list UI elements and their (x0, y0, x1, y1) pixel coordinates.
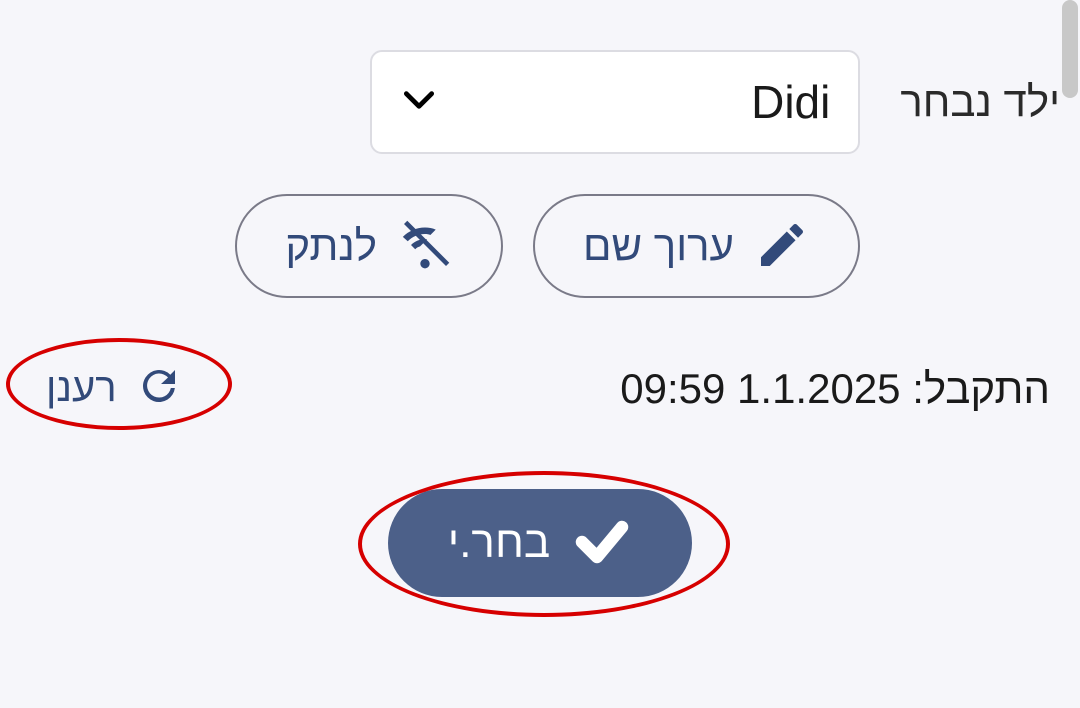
child-selected-label: ילד נבחר (900, 78, 1060, 126)
pencil-icon (754, 217, 810, 276)
wifi-off-icon (397, 217, 453, 276)
actions-row: ערוך שם לנתק (20, 194, 1060, 298)
check-icon (572, 512, 632, 575)
main-panel: ילד נבחר Didi ערוך שם לנתק התקבל: (0, 0, 1080, 617)
status-row: התקבל: 1.1.2025 09:59 רענן (20, 358, 1060, 419)
received-label: התקבל: (912, 365, 1050, 412)
disconnect-button[interactable]: לנתק (235, 194, 503, 298)
refresh-icon (135, 362, 183, 415)
refresh-label: רענן (46, 366, 117, 411)
disconnect-label: לנתק (285, 222, 377, 270)
select-button[interactable]: בחר.י (388, 489, 692, 597)
chevron-down-icon (400, 81, 438, 124)
child-dropdown-value: Didi (751, 75, 830, 129)
received-text: התקבל: 1.1.2025 09:59 (620, 365, 1050, 413)
child-select-row: ילד נבחר Didi (20, 50, 1060, 154)
child-dropdown[interactable]: Didi (370, 50, 860, 154)
select-button-label: בחר.י (448, 518, 550, 568)
edit-name-button[interactable]: ערוך שם (533, 194, 860, 298)
primary-row: בחר.י (20, 489, 1060, 597)
edit-name-label: ערוך שם (583, 222, 734, 270)
primary-wrap: בחר.י (388, 489, 692, 597)
scrollbar[interactable] (1062, 0, 1078, 98)
received-datetime: 1.1.2025 09:59 (620, 365, 900, 412)
annotation-ellipse-refresh (6, 338, 232, 430)
refresh-button[interactable]: רענן (30, 358, 199, 419)
